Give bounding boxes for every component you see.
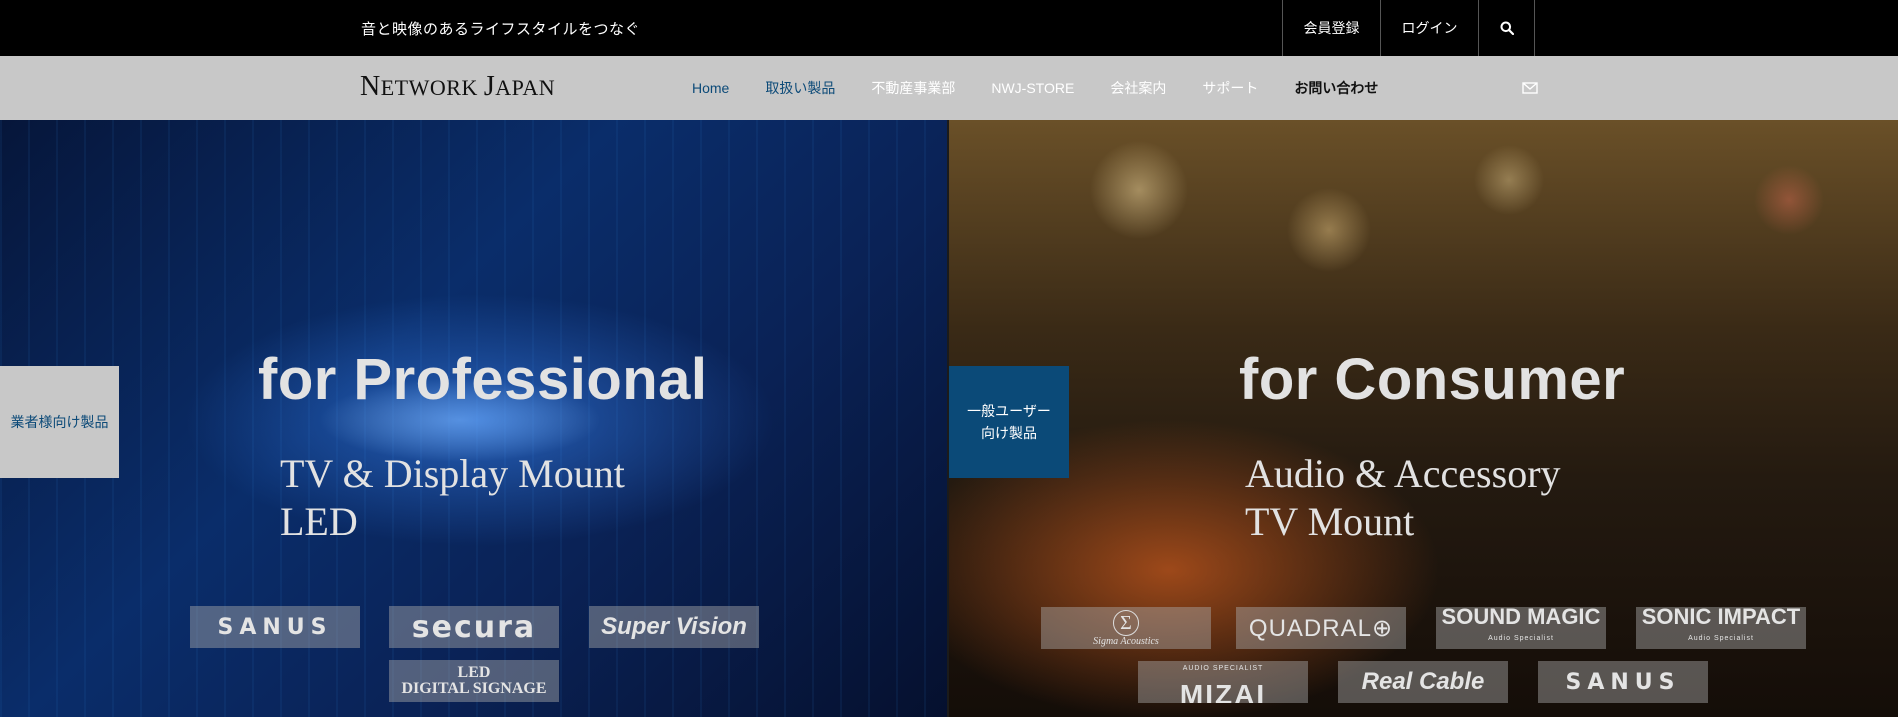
- sonic-impact-text: SONIC IMPACT: [1641, 607, 1801, 629]
- nav-item-store[interactable]: NWJ-STORE: [991, 80, 1074, 96]
- brand-mizai-logo[interactable]: AUDIO SPECIALIST MIZAI: [1138, 661, 1308, 703]
- brand-sonic-impact-logo[interactable]: SONIC IMPACT Audio Specialist: [1636, 607, 1806, 649]
- brand-real-cable-logo[interactable]: Real Cable: [1338, 661, 1508, 703]
- brand-sanus-logo[interactable]: SANUS: [190, 606, 360, 648]
- nav-item-real-estate[interactable]: 不動産事業部: [871, 78, 955, 98]
- hero-consumer-sub-line1: Audio & Accessory: [1245, 451, 1561, 496]
- led-logo-line2: DIGITAL SIGNAGE: [401, 680, 547, 697]
- brand-secura-logo[interactable]: secura: [389, 606, 559, 648]
- hero-professional-title: for Professional: [258, 347, 708, 412]
- brand-sanus-consumer-logo[interactable]: SANUS: [1538, 661, 1708, 703]
- nav-menu: Home 取扱い製品 不動産事業部 NWJ-STORE 会社案内 サポート お問…: [692, 56, 1414, 120]
- brand-sound-magic-logo[interactable]: SOUND MAGIC Audio Specialist: [1436, 607, 1606, 649]
- hero-professional-subtitle: TV & Display Mount LED: [280, 450, 625, 546]
- nav-item-home[interactable]: Home: [692, 80, 729, 96]
- consumer-products-tab[interactable]: 一般ユーザー 向け製品: [949, 366, 1069, 478]
- top-actions: 会員登録 ログイン: [1282, 0, 1535, 56]
- hero-consumer[interactable]: 一般ユーザー 向け製品 for Consumer Audio & Accesso…: [949, 120, 1898, 717]
- hero-consumer-subtitle: Audio & Accessory TV Mount: [1245, 450, 1561, 546]
- led-logo-line1: LED: [457, 664, 491, 681]
- brand-led-digital-signage-logo[interactable]: LED DIGITAL SIGNAGE: [389, 660, 559, 702]
- consumer-tab-line1: 一般ユーザー: [967, 403, 1051, 419]
- nav-item-products[interactable]: 取扱い製品: [765, 78, 835, 98]
- mizai-text: MIZAI: [1179, 679, 1267, 704]
- brand-sigma-acoustics-logo[interactable]: Σ Sigma Acoustics: [1041, 607, 1211, 649]
- sound-magic-subtext: Audio Specialist: [1488, 635, 1554, 642]
- logo-letter-n: N: [360, 71, 381, 102]
- main-nav-bar: NETWORK JAPAN Home 取扱い製品 不動産事業部 NWJ-STOR…: [0, 56, 1898, 120]
- logo-letter-j: J: [483, 71, 496, 102]
- logo-text-apan: APAN: [495, 75, 556, 100]
- hero-consumer-sub-line2: TV Mount: [1245, 499, 1415, 544]
- search-icon: [1500, 21, 1514, 35]
- brand-quadral-logo[interactable]: QUADRAL⊕: [1236, 607, 1406, 649]
- nav-item-company[interactable]: 会社案内: [1110, 78, 1166, 98]
- nav-item-contact[interactable]: お問い合わせ: [1294, 78, 1378, 98]
- hero-consumer-title: for Consumer: [1239, 347, 1626, 412]
- hero-professional-sub-line2: LED: [280, 499, 358, 544]
- sigma-symbol-icon: Σ: [1113, 609, 1139, 636]
- consumer-tab-line2: 向け製品: [980, 425, 1037, 441]
- hero-professional-sub-line1: TV & Display Mount: [280, 451, 625, 496]
- register-button[interactable]: 会員登録: [1283, 0, 1381, 56]
- search-button[interactable]: [1479, 0, 1535, 56]
- sigma-logo-text: Sigma Acoustics: [1093, 635, 1159, 647]
- logo-text-etwork: ETWORK: [380, 75, 484, 100]
- site-tagline: 音と映像のあるライフスタイルをつなぐ: [361, 21, 641, 38]
- top-bar: 音と映像のあるライフスタイルをつなぐ 会員登録 ログイン: [0, 0, 1898, 56]
- professional-products-tab[interactable]: 業者様向け製品: [0, 366, 119, 478]
- sonic-impact-subtext: Audio Specialist: [1688, 635, 1754, 642]
- brand-supervision-logo[interactable]: Super Vision: [589, 606, 759, 648]
- site-logo[interactable]: NETWORK JAPAN: [360, 71, 555, 103]
- mail-icon[interactable]: [1522, 81, 1538, 95]
- sound-magic-text: SOUND MAGIC: [1441, 607, 1601, 629]
- login-button[interactable]: ログイン: [1381, 0, 1479, 56]
- hero-professional[interactable]: 業者様向け製品 for Professional TV & Display Mo…: [0, 120, 949, 717]
- nav-item-support[interactable]: サポート: [1202, 78, 1258, 98]
